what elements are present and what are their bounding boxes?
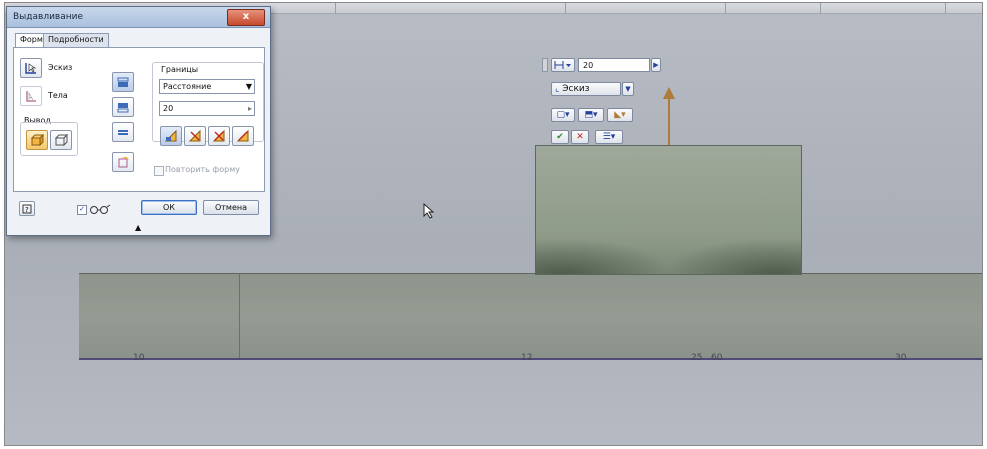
dimension-label: 10 — [133, 353, 145, 363]
cancel-icon[interactable]: ✕ — [571, 130, 589, 144]
profile-select[interactable]: ⌞ Эскиз — [551, 82, 621, 96]
new-solid-icon — [236, 129, 249, 142]
solids-icon — [26, 91, 36, 102]
direction-dropdown[interactable]: ⬒▾ — [578, 108, 604, 122]
cancel-button[interactable]: Отмена — [203, 200, 259, 215]
mini-toolbar-actions-row: ✔ ✕ ☰▾ — [551, 129, 623, 145]
profile-select-button[interactable] — [20, 58, 42, 78]
surface-output-button[interactable] — [50, 130, 72, 150]
mini-toolbar-options-row: ▢▾ ⬒▾ ◣▾ — [551, 107, 633, 123]
intersect-operation-button[interactable] — [208, 126, 230, 146]
ruler-tick — [945, 3, 946, 13]
intersect-icon — [212, 129, 225, 142]
solids-label: Тела — [48, 91, 68, 100]
direction-default-button[interactable] — [112, 72, 134, 92]
direction-asymmetric-button[interactable] — [112, 152, 134, 172]
mini-toolbar-grip[interactable] — [542, 58, 548, 72]
cut-operation-button[interactable] — [184, 126, 206, 146]
direction-flipped-icon — [117, 103, 129, 113]
help-button[interactable]: ? — [19, 201, 35, 216]
distance-field[interactable]: 20 ▸ — [159, 101, 255, 116]
direction-symmetric-button[interactable] — [112, 122, 134, 142]
direction-arrow-shaft[interactable] — [668, 95, 670, 145]
shape-panel: Эскиз Тела Вывод Границы Расстояние ▼ 20… — [13, 47, 265, 192]
close-button[interactable]: x — [227, 9, 265, 26]
distance-field-value: 20 — [163, 104, 174, 113]
direction-arrow-icon[interactable] — [663, 87, 675, 99]
ruler-tick — [820, 3, 821, 13]
extents-type-value: Расстояние — [163, 82, 212, 91]
output-type-dropdown[interactable]: ▢▾ — [551, 108, 575, 122]
dialog-title: Выдавливание — [13, 12, 84, 22]
direction-symmetric-icon — [117, 130, 129, 135]
match-shape-label: Повторить форму — [165, 165, 240, 174]
dimension-label: 12 — [521, 353, 533, 363]
ruler-tick — [335, 3, 336, 13]
chevron-down-icon: ▼ — [245, 82, 252, 91]
profile-icon — [25, 63, 37, 74]
extents-label: Границы — [161, 65, 199, 74]
direction-default-icon — [117, 77, 129, 87]
profile-label: Эскиз — [48, 63, 73, 72]
sketch-icon: ⌞ — [555, 84, 560, 94]
distance-input[interactable]: 20 — [578, 58, 650, 72]
svg-text:?: ? — [25, 206, 29, 214]
glasses-preview-icon — [90, 204, 111, 214]
mini-toolbar-distance-row: 20 ▶ — [542, 57, 661, 73]
extrusion-preview[interactable] — [535, 145, 802, 275]
base-edge-line — [239, 273, 240, 359]
direction-flipped-button[interactable] — [112, 97, 134, 117]
join-operation-button[interactable] — [160, 126, 182, 146]
tab-more[interactable]: Подробности — [43, 33, 109, 47]
new-solid-operation-button[interactable] — [232, 126, 254, 146]
match-shape-checkbox[interactable] — [154, 166, 164, 176]
mini-toolbar-profile-row: ⌞ Эскиз ▼ — [551, 81, 634, 97]
extents-type-select[interactable]: Расстояние ▼ — [159, 79, 255, 94]
dimension-label: 30 — [895, 353, 907, 363]
chevron-right-icon: ▸ — [247, 104, 252, 113]
dimension-label: 60 — [711, 353, 723, 363]
solid-icon — [30, 133, 44, 147]
solids-select-button[interactable] — [20, 86, 42, 106]
surface-icon — [54, 133, 68, 147]
direction-asymmetric-icon — [118, 157, 129, 168]
preview-checkbox[interactable]: ✓ — [77, 205, 87, 215]
ruler-tick — [565, 3, 566, 13]
options-menu-button[interactable]: ☰▾ — [595, 130, 623, 144]
base-solid[interactable] — [79, 273, 982, 360]
ruler-tick — [725, 3, 726, 13]
profile-dropdown-button[interactable]: ▼ — [622, 82, 634, 96]
ok-icon[interactable]: ✔ — [551, 130, 569, 144]
mouse-cursor-icon — [423, 203, 435, 219]
help-icon: ? — [22, 204, 32, 214]
profile-select-label: Эскиз — [562, 84, 590, 94]
ok-button[interactable]: ОК — [141, 200, 197, 215]
cut-icon — [188, 129, 201, 142]
extrude-dialog: Выдавливание x Форма Подробности Эскиз Т… — [6, 6, 271, 236]
solid-output-button[interactable] — [26, 130, 48, 150]
operation-dropdown[interactable]: ◣▾ — [607, 108, 633, 122]
expand-arrow-icon[interactable]: ▲ — [135, 223, 141, 232]
distance-arrow-button[interactable]: ▶ — [651, 58, 661, 72]
dialog-titlebar[interactable]: Выдавливание x — [7, 7, 270, 28]
distance-type-button[interactable] — [551, 58, 575, 72]
distance-icon — [554, 61, 571, 69]
join-icon — [164, 129, 177, 142]
dimension-label: 25 — [691, 353, 703, 363]
